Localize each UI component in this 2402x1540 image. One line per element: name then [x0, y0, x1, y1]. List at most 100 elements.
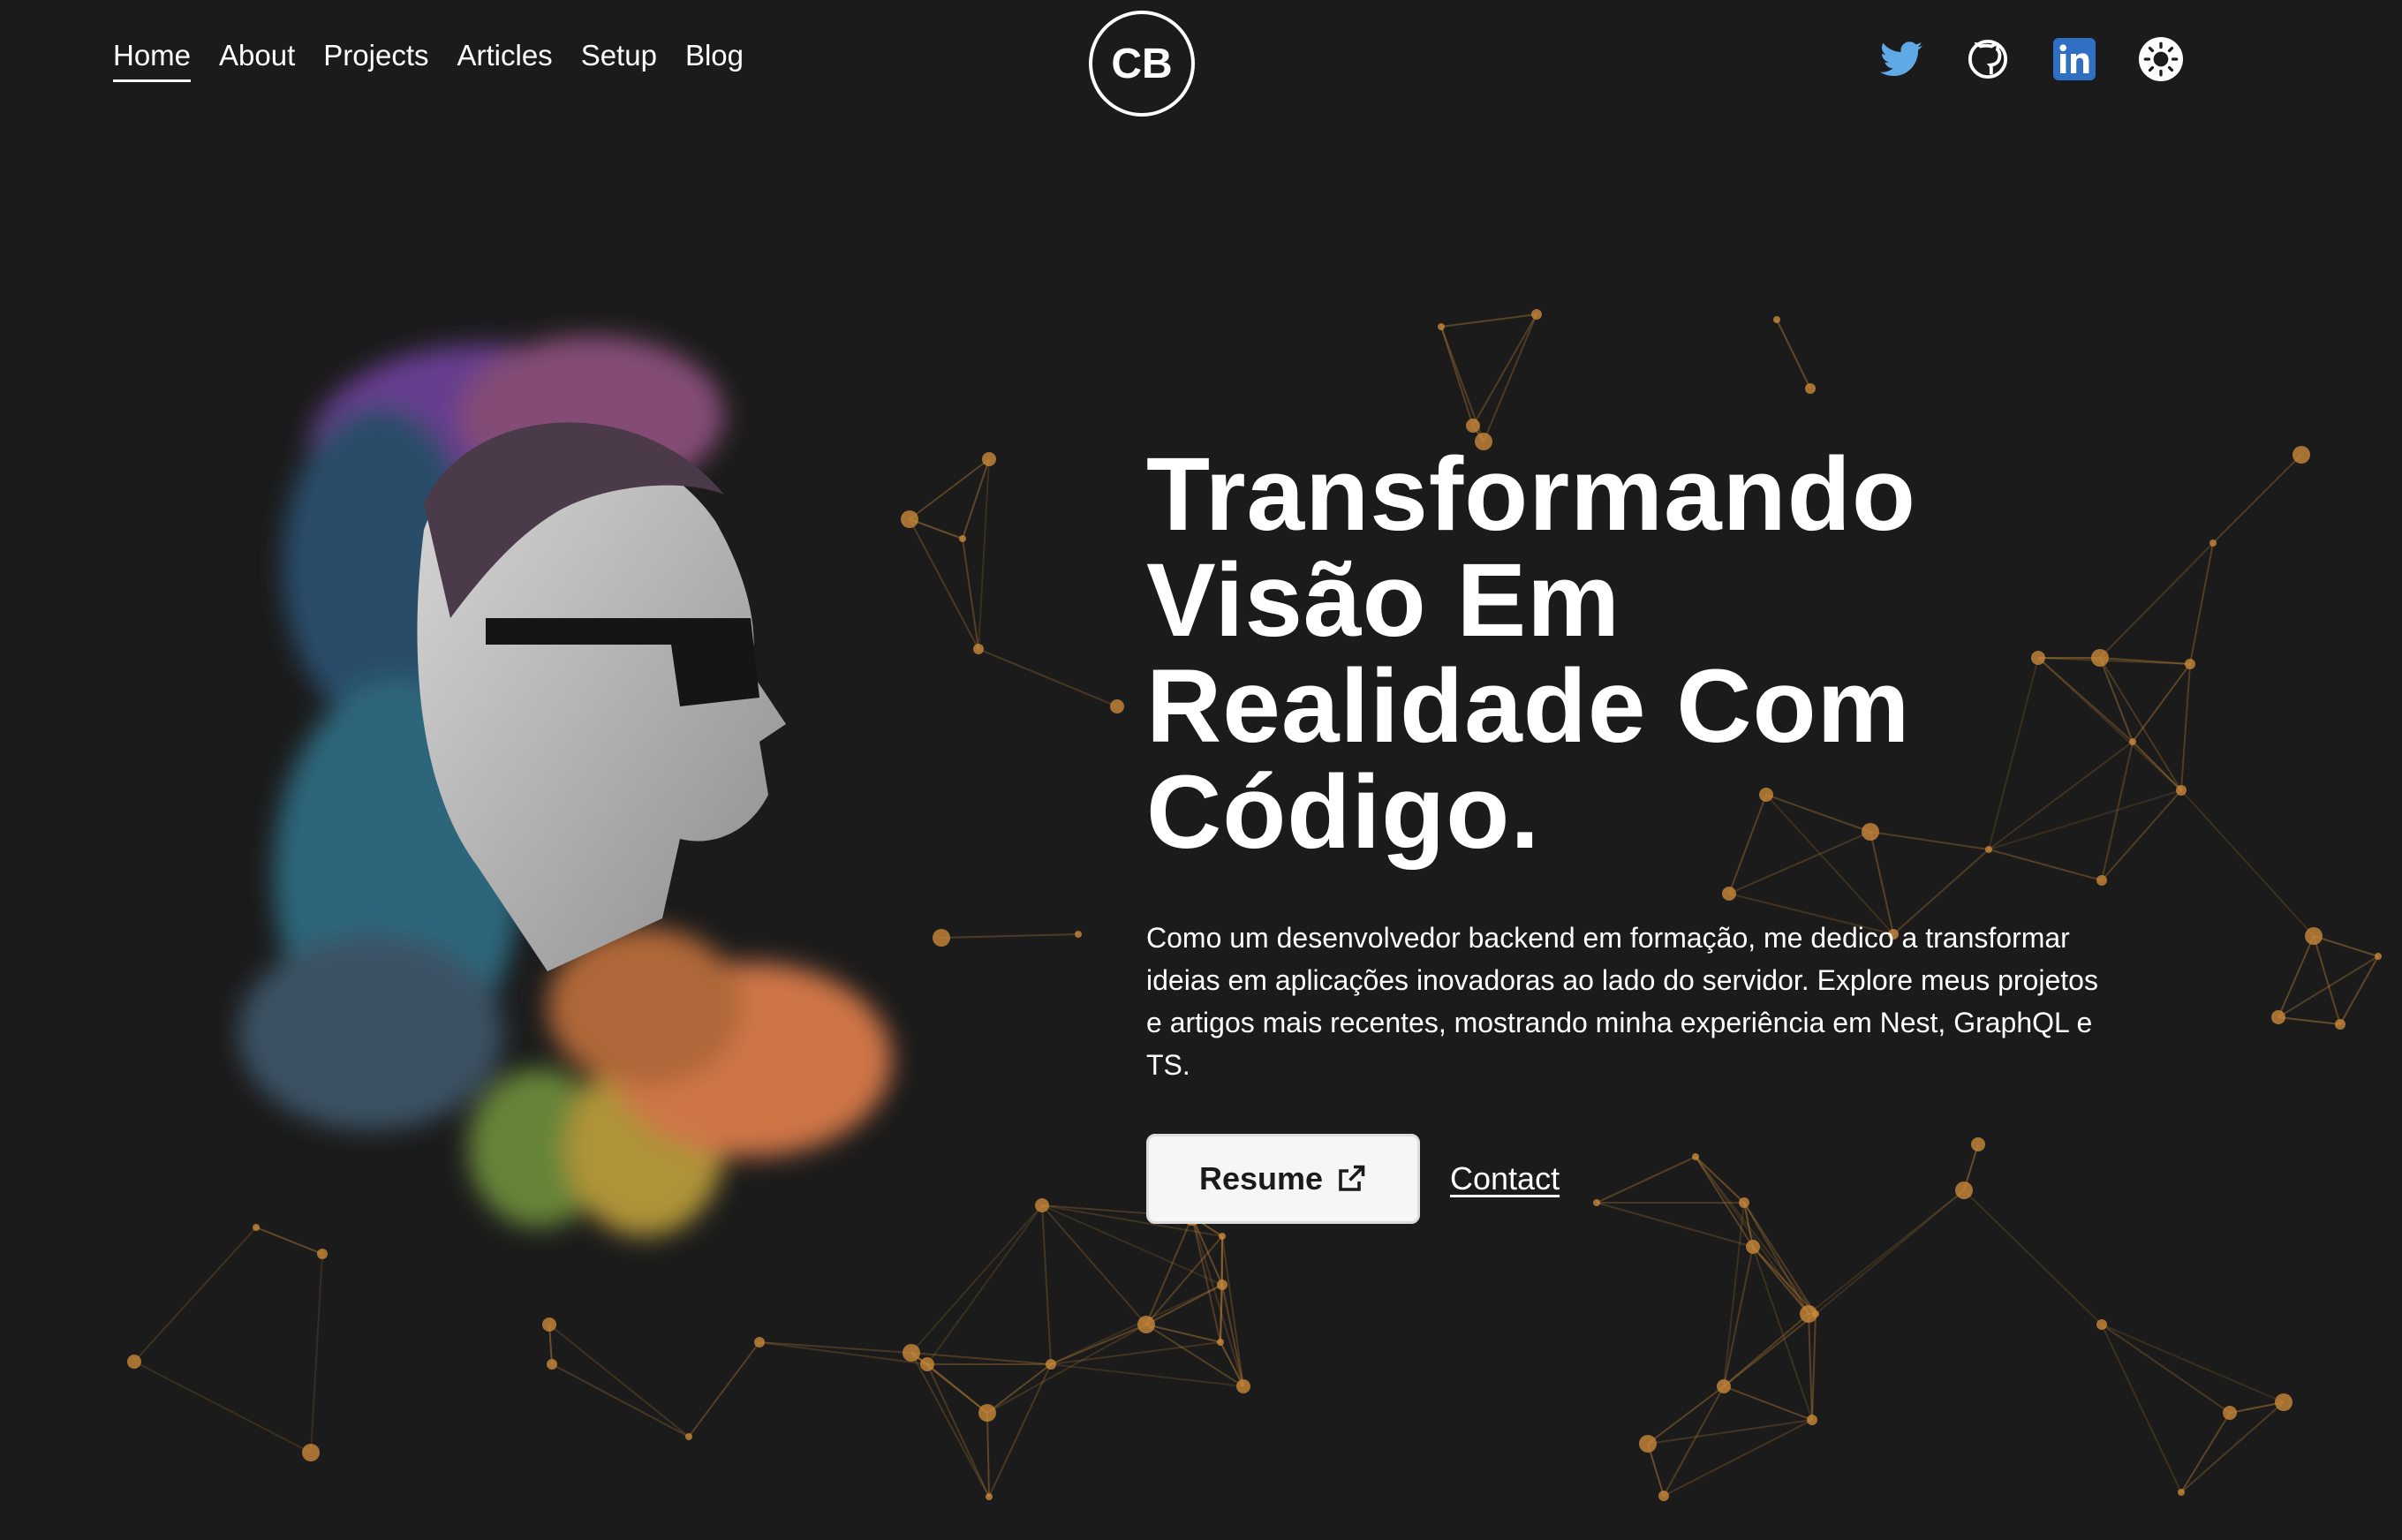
network-node [1717, 1379, 1731, 1393]
network-line [986, 1363, 1052, 1414]
network-line [926, 1363, 990, 1498]
network-node [982, 452, 996, 466]
nav-home[interactable]: Home [113, 39, 192, 82]
network-line [2132, 663, 2191, 743]
network-node [2096, 1319, 2107, 1330]
network-line [2277, 935, 2315, 1018]
network-line [1041, 1204, 1147, 1325]
network-node [2178, 1489, 2185, 1496]
network-node [1217, 1339, 1224, 1346]
network-line [1221, 1284, 1244, 1387]
network-line [2277, 955, 2379, 1018]
network-node [1531, 309, 1542, 320]
network-line [1723, 1202, 1745, 1387]
nav-setup[interactable]: Setup [581, 39, 657, 82]
network-node [1075, 931, 1082, 938]
network-node [754, 1337, 765, 1348]
network-node [1236, 1379, 1250, 1393]
network-node [1046, 1359, 1056, 1370]
network-node [978, 1404, 996, 1422]
network-line [551, 1363, 690, 1438]
network-line [1752, 1246, 1817, 1315]
network-node [1639, 1435, 1657, 1453]
network-node [547, 1359, 557, 1370]
network-node [1773, 316, 1780, 323]
network-node [2335, 1019, 2345, 1030]
network-node [2209, 540, 2217, 547]
network-node [986, 1493, 993, 1500]
network-line [2101, 1324, 2231, 1414]
network-line [2101, 1324, 2285, 1403]
twitter-icon[interactable] [1879, 37, 1923, 81]
nav-projects[interactable]: Projects [323, 39, 428, 82]
network-line [1221, 1235, 1244, 1387]
network-node [302, 1444, 320, 1461]
network-line [988, 1363, 1052, 1498]
network-line [759, 1341, 912, 1354]
network-node [2223, 1406, 2237, 1420]
network-node [2176, 785, 2187, 796]
resume-button[interactable]: Resume [1146, 1134, 1420, 1224]
network-node [959, 535, 966, 542]
network-line [133, 1361, 312, 1453]
network-line [1723, 1385, 1813, 1421]
network-line [1663, 1385, 1725, 1497]
network-line [986, 1324, 1147, 1414]
network-node [1217, 1280, 1227, 1290]
network-node [685, 1433, 692, 1440]
github-icon[interactable] [1966, 37, 2010, 81]
network-line [1723, 1313, 1817, 1387]
network-node [1466, 419, 1480, 433]
network-line [2180, 789, 2315, 937]
network-line [910, 1352, 990, 1498]
network-node [2129, 738, 2136, 745]
logo[interactable]: CB [1089, 11, 1195, 117]
network-node [1110, 699, 1124, 713]
network-line [688, 1341, 760, 1438]
network-line [1752, 1246, 1813, 1421]
hero-title: Transformando Visão Em Realidade Com Cód… [1146, 436, 1916, 871]
network-line [978, 648, 1118, 707]
network-node [2292, 446, 2310, 464]
network-line [2313, 935, 2341, 1025]
main-nav: Home About Projects Articles Setup Blog [113, 39, 744, 82]
network-line [1145, 1284, 1223, 1325]
network-node [1658, 1491, 1669, 1501]
contact-link[interactable]: Contact [1450, 1160, 1560, 1197]
hero-portrait-image [238, 336, 892, 1236]
network-node [127, 1355, 141, 1369]
network-line [1440, 313, 1537, 328]
network-node [2305, 927, 2323, 945]
network-node [1805, 383, 1816, 394]
network-line [2277, 1016, 2341, 1025]
network-node [2375, 953, 2382, 960]
nav-about[interactable]: About [219, 39, 295, 82]
network-line [548, 1324, 690, 1438]
network-node [973, 644, 984, 654]
network-line [1483, 313, 1537, 442]
network-line [986, 1412, 990, 1498]
hero-section: Transformando Visão Em Realidade Com Cód… [1146, 442, 2118, 1224]
network-line [1041, 1204, 1052, 1365]
network-line [1145, 1216, 1193, 1325]
network-line [2101, 1324, 2182, 1493]
nav-articles[interactable]: Articles [457, 39, 553, 82]
network-line [2180, 663, 2191, 791]
hero-description: Como um desenvolvedor backend em formaçã… [1146, 922, 2098, 1081]
network-node [1438, 323, 1445, 330]
network-line [1472, 313, 1537, 427]
theme-toggle-sun-icon[interactable] [2139, 37, 2183, 81]
network-line [940, 933, 1079, 939]
network-line [1145, 1324, 1221, 1343]
network-node [1137, 1316, 1155, 1333]
hero-actions: Resume Contact [1146, 1134, 2118, 1224]
network-node [1219, 1233, 1226, 1240]
linkedin-icon[interactable] [2052, 37, 2096, 81]
social-links [1879, 37, 2183, 81]
network-node [920, 1357, 934, 1371]
network-line [2339, 955, 2379, 1025]
nav-blog[interactable]: Blog [685, 39, 744, 82]
network-line [2180, 1412, 2231, 1493]
network-node [1035, 1198, 1049, 1212]
network-line [1776, 319, 1811, 389]
